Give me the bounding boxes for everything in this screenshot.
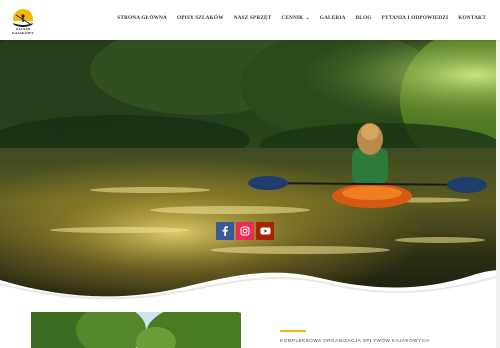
youtube-button[interactable]	[256, 222, 274, 240]
nav-item-pricing[interactable]: CENNIK ⌄	[281, 15, 309, 21]
nav-item-label: PYTANIA I ODPOWIEDZI	[381, 15, 449, 21]
logo-text: ZAJAZD KAJAKOWY	[12, 27, 34, 35]
facebook-icon	[222, 226, 228, 236]
nav-item-label: OPISY SZLAKÓW	[177, 15, 224, 21]
hero-image-kayaker	[0, 40, 500, 302]
nav-item-home[interactable]: STRONA GŁÓWNA	[117, 15, 167, 21]
youtube-icon	[260, 227, 270, 235]
river-photo	[31, 312, 241, 348]
nav-item-equipment[interactable]: NASZ SPRZĘT	[234, 15, 272, 21]
nav-item-contact[interactable]: KONTAKT	[458, 15, 486, 21]
instagram-icon	[240, 226, 250, 236]
site-header: ZAJAZD KAJAKOWY STRONA GŁÓWNA OPISY SZLA…	[0, 0, 500, 40]
nav-item-blog[interactable]: BLOG	[356, 15, 372, 21]
nav-item-faq[interactable]: PYTANIA I ODPOWIEDZI	[381, 15, 448, 21]
nav-item-label: GALERIA	[319, 15, 346, 21]
social-links	[216, 222, 274, 240]
hero-section	[0, 40, 500, 302]
nav-item-trails[interactable]: OPISY SZLAKÓW	[177, 15, 224, 21]
main-nav: STRONA GŁÓWNA OPISY SZLAKÓW NASZ SPRZĘT …	[117, 15, 486, 21]
accent-divider	[280, 330, 306, 332]
facebook-button[interactable]	[216, 222, 234, 240]
instagram-button[interactable]	[236, 222, 254, 240]
nav-item-gallery[interactable]: GALERIA	[320, 15, 346, 21]
nav-item-label: NASZ SPRZĘT	[233, 15, 272, 21]
nav-item-label: BLOG	[355, 15, 372, 21]
nav-item-label: KONTAKT	[458, 15, 486, 21]
nav-item-label: CENNIK	[281, 15, 304, 21]
section-tagline: KOMPLEKSOWA ORGANIZACJA SPŁYWÓW KAJAKOWY…	[280, 338, 430, 343]
nav-item-label: STRONA GŁÓWNA	[117, 15, 167, 21]
scrollbar[interactable]	[496, 0, 500, 348]
chevron-down-icon: ⌄	[305, 16, 310, 21]
